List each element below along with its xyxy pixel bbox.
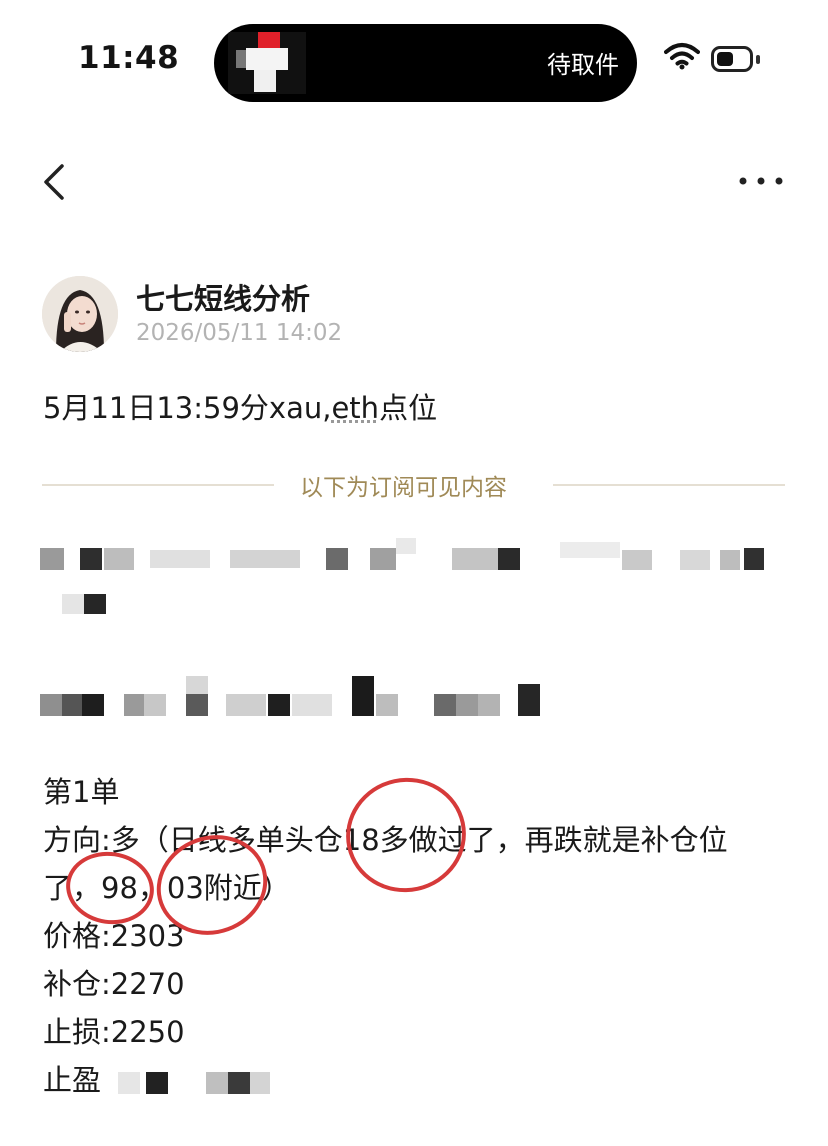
more-horizontal-icon [739, 177, 783, 185]
divider-line-right [553, 484, 785, 486]
wifi-icon [664, 42, 700, 74]
package-thumbnail-icon [228, 32, 306, 94]
order-heading: 第1单 [43, 775, 120, 809]
order-stop-loss: 止损:2250 [43, 1015, 185, 1049]
author-name[interactable]: 七七短线分析 [136, 276, 310, 318]
post-date: 2026/05/11 14:02 [136, 320, 343, 346]
author-avatar[interactable] [42, 276, 118, 352]
title-suffix: 点位 [379, 391, 438, 425]
battery-tip [756, 55, 760, 64]
chevron-left-icon [44, 164, 64, 200]
status-time: 11:48 [78, 40, 180, 76]
island-status-label: 待取件 [547, 51, 619, 79]
post-title: 5月11日13:59分xau,eth点位 [43, 385, 437, 427]
redacted-line-1 [40, 538, 800, 618]
back-button[interactable] [40, 162, 68, 209]
annotation-circle-18 [335, 766, 477, 904]
title-underlined: eth [331, 391, 380, 425]
redacted-line-2 [40, 676, 560, 718]
order-take-profit-label: 止盈 [43, 1063, 102, 1097]
divider-line-left [42, 484, 274, 486]
more-options-button[interactable] [738, 160, 784, 195]
battery-icon [711, 46, 753, 72]
title-prefix: 5月11日13:59分xau, [43, 391, 332, 425]
order-add-position: 补仓:2270 [43, 967, 185, 1001]
redacted-take-profit [118, 1064, 278, 1104]
subscription-divider-label: 以下为订阅可见内容 [300, 475, 507, 501]
dynamic-island[interactable]: 待取件 [214, 24, 637, 102]
